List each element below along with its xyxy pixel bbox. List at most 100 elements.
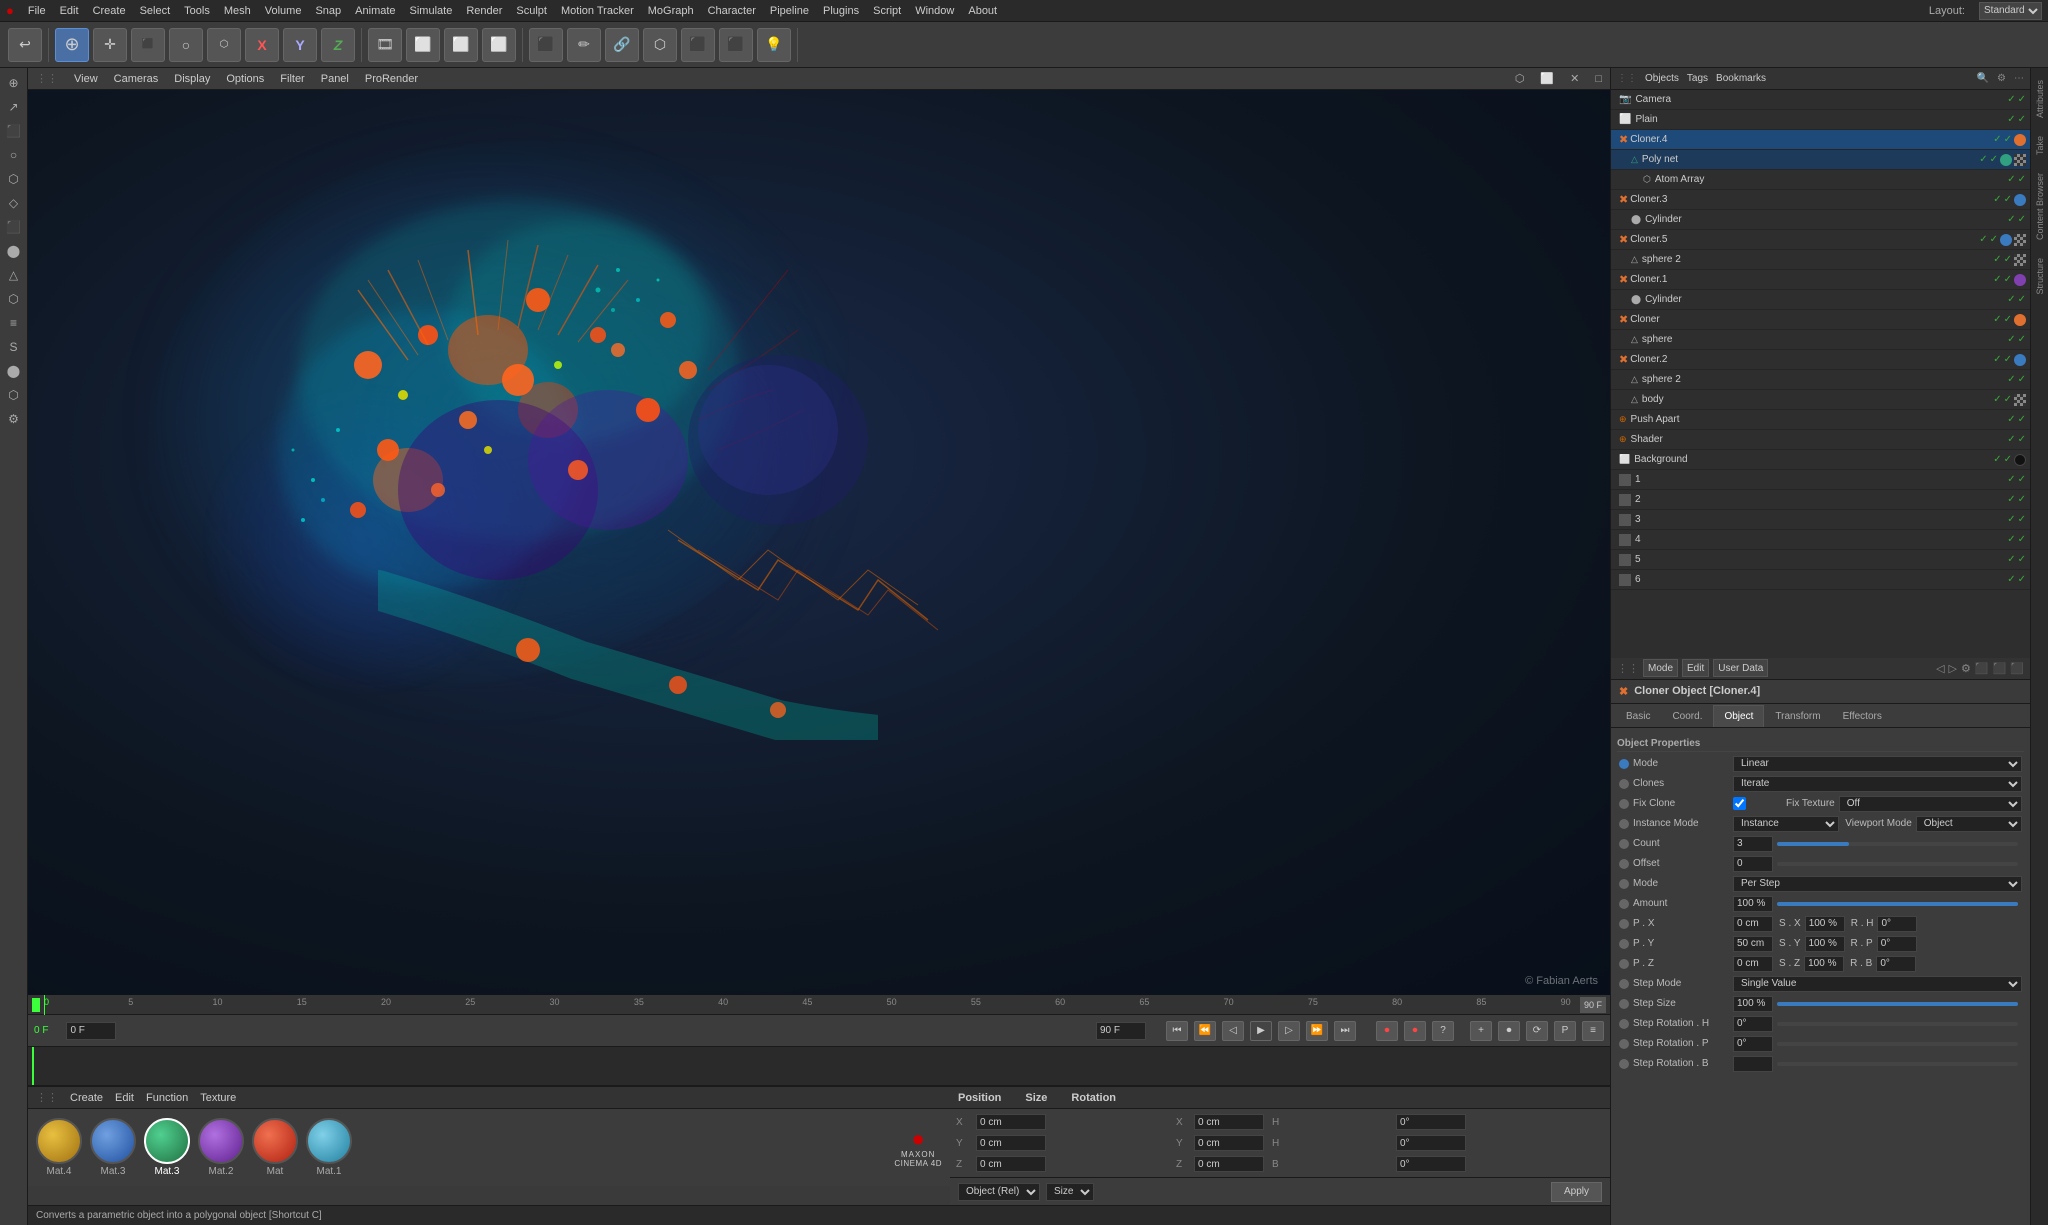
left-tool-5[interactable]: ⬡ bbox=[3, 168, 25, 190]
obj-row-cloner5[interactable]: ✖ Cloner.5 ✓ ✓ bbox=[1611, 230, 2030, 250]
psr-sy-input[interactable] bbox=[1194, 1135, 1264, 1151]
attr-mode2-select[interactable]: Per Step bbox=[1733, 876, 2022, 892]
attr-count-slider[interactable] bbox=[1777, 842, 2018, 846]
obj-menu-bookmarks[interactable]: Bookmarks bbox=[1716, 73, 1766, 84]
ruler-track[interactable]: 0 5 10 15 20 25 30 35 40 45 50 55 60 65 … bbox=[44, 995, 1576, 1015]
obj-menu-tags[interactable]: Tags bbox=[1687, 73, 1708, 84]
timeline-end-frame-input[interactable] bbox=[1096, 1022, 1146, 1040]
left-tool-2[interactable]: ↗ bbox=[3, 96, 25, 118]
obj-row-camera[interactable]: 📷 Camera ✓ ✓ bbox=[1611, 90, 2030, 110]
obj-row-cloner3[interactable]: ✖ Cloner.3 ✓ ✓ bbox=[1611, 190, 2030, 210]
attr-steproth-dot[interactable] bbox=[1619, 1019, 1629, 1029]
auto-key-button[interactable]: ⏺ bbox=[1404, 1021, 1426, 1041]
obj-row-4[interactable]: 4 ✓✓ bbox=[1611, 530, 2030, 550]
attr-nav-prev[interactable]: ◁ bbox=[1936, 662, 1944, 675]
obj-filter-icon[interactable]: ⚙ bbox=[1997, 73, 2006, 84]
timeline-tracks[interactable] bbox=[28, 1047, 1610, 1085]
attr-rh-input[interactable] bbox=[1877, 916, 1917, 932]
attr-stepsize-dot[interactable] bbox=[1619, 999, 1629, 1009]
menu-sculpt[interactable]: Sculpt bbox=[516, 5, 547, 17]
object-tree[interactable]: 📷 Camera ✓ ✓ ⬜ Plain ✓ ✓ ✖ bbox=[1611, 90, 2030, 658]
attr-rb-input[interactable] bbox=[1876, 956, 1916, 972]
render-view[interactable]: ⬜ bbox=[406, 28, 440, 62]
attr-px-input[interactable] bbox=[1733, 916, 1773, 932]
menu-script[interactable]: Script bbox=[873, 5, 901, 17]
rs-tab-structure[interactable]: Structure bbox=[2033, 250, 2047, 303]
menu-motion-tracker[interactable]: Motion Tracker bbox=[561, 5, 634, 17]
menu-file[interactable]: File bbox=[28, 5, 46, 17]
layout-dropdown[interactable]: Standard bbox=[1979, 2, 2042, 20]
attr-py-input[interactable] bbox=[1733, 936, 1773, 952]
attr-icons-2[interactable]: ⬛ bbox=[1975, 662, 1989, 675]
record-button[interactable]: ⏺ bbox=[1376, 1021, 1398, 1041]
go-to-start-button[interactable]: ⏮ bbox=[1166, 1021, 1188, 1041]
attr-userdata-button[interactable]: User Data bbox=[1713, 659, 1768, 677]
attr-amount-input[interactable] bbox=[1733, 896, 1773, 912]
left-tool-7[interactable]: ⬛ bbox=[3, 216, 25, 238]
left-tool-1[interactable]: ⊕ bbox=[3, 72, 25, 94]
obj-row-cloner4[interactable]: ✖ Cloner.4 ✓ ✓ bbox=[1611, 130, 2030, 150]
attr-edit-button[interactable]: Edit bbox=[1682, 659, 1709, 677]
next-keyframe-button[interactable]: ▷ bbox=[1278, 1021, 1300, 1041]
obj-row-atomarray[interactable]: ⬡ Atom Array ✓ ✓ bbox=[1611, 170, 2030, 190]
obj-row-sphere2b[interactable]: △ sphere 2 ✓ ✓ bbox=[1611, 370, 2030, 390]
viewport-menu-display[interactable]: Display bbox=[174, 73, 210, 85]
left-tool-14[interactable]: ⬡ bbox=[3, 384, 25, 406]
obj-row-3[interactable]: 3 ✓✓ bbox=[1611, 510, 2030, 530]
attr-count-input[interactable] bbox=[1733, 836, 1773, 852]
attr-rp-input[interactable] bbox=[1877, 936, 1917, 952]
menu-create[interactable]: Create bbox=[93, 5, 126, 17]
obj-search-icon[interactable]: 🔍 bbox=[1977, 73, 1989, 84]
menu-edit[interactable]: Edit bbox=[60, 5, 79, 17]
spline-tool[interactable]: 🔗 bbox=[605, 28, 639, 62]
material-item-1[interactable]: Mat.3 bbox=[90, 1118, 136, 1177]
attr-stepmode-dot[interactable] bbox=[1619, 979, 1629, 989]
attr-tab-transform[interactable]: Transform bbox=[1764, 705, 1831, 727]
next-frame-button[interactable]: ⏩ bbox=[1306, 1021, 1328, 1041]
timeline-current-frame-input[interactable] bbox=[66, 1022, 116, 1040]
attr-steprotb-input[interactable] bbox=[1733, 1056, 1773, 1072]
material-item-3[interactable]: Mat.2 bbox=[198, 1118, 244, 1177]
psr-rh-input[interactable] bbox=[1396, 1114, 1466, 1130]
undo-button[interactable]: ↩ bbox=[8, 28, 42, 62]
menu-character[interactable]: Character bbox=[708, 5, 756, 17]
light-tool[interactable]: 💡 bbox=[757, 28, 791, 62]
attr-px-dot[interactable] bbox=[1619, 919, 1629, 929]
array-tool[interactable]: ⬛ bbox=[681, 28, 715, 62]
attr-steprotb-slider[interactable] bbox=[1777, 1062, 2018, 1066]
menu-about[interactable]: About bbox=[968, 5, 997, 17]
obj-row-cylinder1[interactable]: ⬤ Cylinder ✓ ✓ bbox=[1611, 210, 2030, 230]
attr-icons-1[interactable]: ⚙ bbox=[1961, 662, 1971, 675]
viewport-icon-4[interactable]: □ bbox=[1595, 73, 1602, 85]
material-item-4[interactable]: Mat bbox=[252, 1118, 298, 1177]
obj-row-cylinder2[interactable]: ⬤ Cylinder ✓ ✓ bbox=[1611, 290, 2030, 310]
attr-count-dot[interactable] bbox=[1619, 839, 1629, 849]
attr-viewport-select[interactable]: Object bbox=[1916, 816, 2022, 832]
render-region[interactable]: ⬜ bbox=[444, 28, 478, 62]
attr-stepsize-slider[interactable] bbox=[1777, 1002, 2018, 1006]
mat-texture-button[interactable]: Texture bbox=[200, 1092, 236, 1104]
obj-row-6[interactable]: 6 ✓✓ bbox=[1611, 570, 2030, 590]
key-help-button[interactable]: ? bbox=[1432, 1021, 1454, 1041]
mat-edit-button[interactable]: Edit bbox=[115, 1092, 134, 1104]
attr-sx-input[interactable] bbox=[1805, 916, 1845, 932]
camera-tool[interactable]: ⬛ bbox=[719, 28, 753, 62]
obj-row-sphere[interactable]: △ sphere ✓ ✓ bbox=[1611, 330, 2030, 350]
rotate-tool[interactable]: ○ bbox=[169, 28, 203, 62]
viewport-icon-3[interactable]: ✕ bbox=[1570, 72, 1579, 85]
material-item-5[interactable]: Mat.1 bbox=[306, 1118, 352, 1177]
obj-more-icon[interactable]: ⋯ bbox=[2014, 73, 2024, 84]
attr-instance-dot[interactable] bbox=[1619, 819, 1629, 829]
move-tool[interactable]: ✛ bbox=[93, 28, 127, 62]
mat-function-button[interactable]: Function bbox=[146, 1092, 188, 1104]
left-tool-4[interactable]: ○ bbox=[3, 144, 25, 166]
psr-rb-input[interactable] bbox=[1396, 1156, 1466, 1172]
attr-offset-slider[interactable] bbox=[1777, 862, 2018, 866]
obj-menu-objects[interactable]: Objects bbox=[1645, 73, 1679, 84]
left-tool-9[interactable]: △ bbox=[3, 264, 25, 286]
menu-snap[interactable]: Snap bbox=[315, 5, 341, 17]
menu-animate[interactable]: Animate bbox=[355, 5, 395, 17]
left-tool-15[interactable]: ⚙ bbox=[3, 408, 25, 430]
timeline-options-button[interactable]: ≡ bbox=[1582, 1021, 1604, 1041]
obj-row-5[interactable]: 5 ✓✓ bbox=[1611, 550, 2030, 570]
